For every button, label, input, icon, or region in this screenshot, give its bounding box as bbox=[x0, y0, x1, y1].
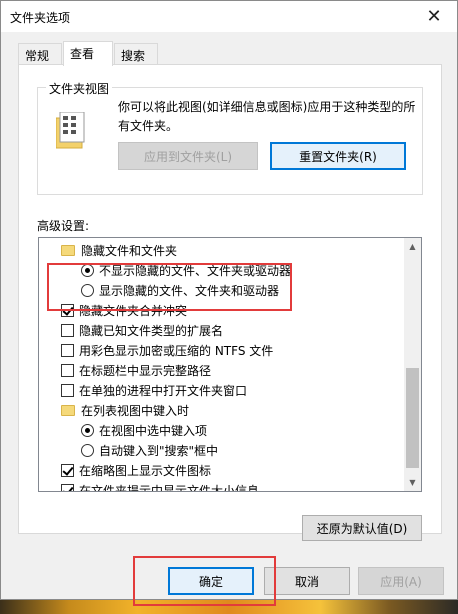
tab-search[interactable]: 搜索 bbox=[114, 43, 158, 65]
scroll-up-icon[interactable]: ▲ bbox=[404, 238, 421, 255]
list-item[interactable]: 用彩色显示加密或压缩的 NTFS 文件 bbox=[61, 340, 421, 360]
list-item[interactable]: 显示隐藏的文件、文件夹和驱动器 bbox=[81, 280, 421, 300]
folder-views-group: 文件夹视图 你可以将此视图(如详细信息或图标)应用于这种类型的所有文件夹。 应用… bbox=[37, 80, 423, 195]
list-item[interactable]: 在视图中选中键入项 bbox=[81, 420, 421, 440]
restore-defaults-button[interactable]: 还原为默认值(D) bbox=[302, 515, 422, 541]
list-item[interactable]: 在缩略图上显示文件图标 bbox=[61, 460, 421, 480]
list-item-label: 隐藏文件和文件夹 bbox=[81, 243, 178, 258]
tab-view[interactable]: 查看 bbox=[63, 41, 113, 66]
list-item-label: 在单独的进程中打开文件夹窗口 bbox=[79, 383, 248, 398]
list-item-label: 用彩色显示加密或压缩的 NTFS 文件 bbox=[79, 343, 274, 358]
tab-general[interactable]: 常规 bbox=[18, 43, 62, 65]
checkbox-icon[interactable] bbox=[61, 383, 74, 397]
title-bar: 文件夹选项 ✕ bbox=[1, 1, 457, 32]
radio-icon[interactable] bbox=[81, 443, 94, 457]
close-button[interactable]: ✕ bbox=[411, 1, 457, 32]
folder-views-icon bbox=[56, 112, 85, 149]
list-item[interactable]: 隐藏已知文件类型的扩展名 bbox=[61, 320, 421, 340]
checkbox-icon[interactable] bbox=[61, 343, 74, 357]
checkbox-icon[interactable] bbox=[61, 483, 74, 491]
radio-icon[interactable] bbox=[81, 423, 94, 437]
list-item-label: 在标题栏中显示完整路径 bbox=[79, 363, 212, 378]
checkbox-icon[interactable] bbox=[61, 303, 74, 317]
checkbox-icon[interactable] bbox=[61, 323, 74, 337]
list-item: 在列表视图中键入时 bbox=[61, 400, 421, 420]
advanced-settings-list[interactable]: 隐藏文件和文件夹 不显示隐藏的文件、文件夹或驱动器 显示隐藏的文件、文件夹和驱动… bbox=[38, 237, 422, 492]
ok-button[interactable]: 确定 bbox=[168, 567, 254, 595]
list-item-label: 显示隐藏的文件、文件夹和驱动器 bbox=[99, 283, 280, 298]
list-item-label: 在列表视图中键入时 bbox=[81, 403, 190, 418]
reset-folders-button[interactable]: 重置文件夹(R) bbox=[270, 142, 406, 170]
cancel-button[interactable]: 取消 bbox=[264, 567, 350, 595]
list-item-label: 不显示隐藏的文件、文件夹或驱动器 bbox=[99, 263, 292, 278]
list-item-label: 隐藏文件夹合并冲突 bbox=[79, 303, 188, 318]
window-title: 文件夹选项 bbox=[10, 11, 71, 25]
folder-options-dialog: 文件夹选项 ✕ 常规 查看 搜索 文件夹视图 你可以将此视图(如详细信息或图标)… bbox=[0, 0, 458, 600]
checkbox-icon[interactable] bbox=[61, 363, 74, 377]
folder-views-description: 你可以将此视图(如详细信息或图标)应用于这种类型的所有文件夹。 bbox=[118, 100, 416, 133]
folder-icon bbox=[61, 404, 75, 416]
view-tab-panel: 文件夹视图 你可以将此视图(如详细信息或图标)应用于这种类型的所有文件夹。 应用… bbox=[18, 64, 442, 541]
close-icon: ✕ bbox=[426, 6, 442, 27]
advanced-settings-label: 高级设置: bbox=[37, 219, 90, 233]
list-item[interactable]: 隐藏文件夹合并冲突 bbox=[61, 300, 421, 320]
apply-button[interactable]: 应用(A) bbox=[358, 567, 444, 595]
list-item[interactable]: 不显示隐藏的文件、文件夹或驱动器 bbox=[81, 260, 421, 280]
list-item-label: 自动键入到"搜索"框中 bbox=[99, 443, 219, 458]
scrollbar-thumb[interactable] bbox=[406, 368, 419, 468]
list-item[interactable]: 自动键入到"搜索"框中 bbox=[81, 440, 421, 460]
list-item[interactable]: 在标题栏中显示完整路径 bbox=[61, 360, 421, 380]
folder-icon bbox=[61, 244, 75, 256]
list-item: 隐藏文件和文件夹 bbox=[61, 240, 421, 260]
list-item-label: 在视图中选中键入项 bbox=[99, 423, 208, 438]
list-item-label: 在缩略图上显示文件图标 bbox=[79, 463, 212, 478]
list-item[interactable]: 在文件夹提示中显示文件大小信息 bbox=[61, 480, 421, 492]
radio-icon[interactable] bbox=[81, 263, 94, 277]
vertical-scrollbar[interactable]: ▲ ▼ bbox=[404, 238, 421, 491]
checkbox-icon[interactable] bbox=[61, 463, 74, 477]
list-item[interactable]: 在单独的进程中打开文件夹窗口 bbox=[61, 380, 421, 400]
apply-to-folders-button[interactable]: 应用到文件夹(L) bbox=[118, 142, 258, 170]
list-item-label: 隐藏已知文件类型的扩展名 bbox=[79, 323, 224, 338]
radio-icon[interactable] bbox=[81, 283, 94, 297]
scroll-down-icon[interactable]: ▼ bbox=[404, 474, 421, 491]
folder-views-legend: 文件夹视图 bbox=[46, 80, 113, 97]
list-item-label: 在文件夹提示中显示文件大小信息 bbox=[79, 483, 260, 492]
